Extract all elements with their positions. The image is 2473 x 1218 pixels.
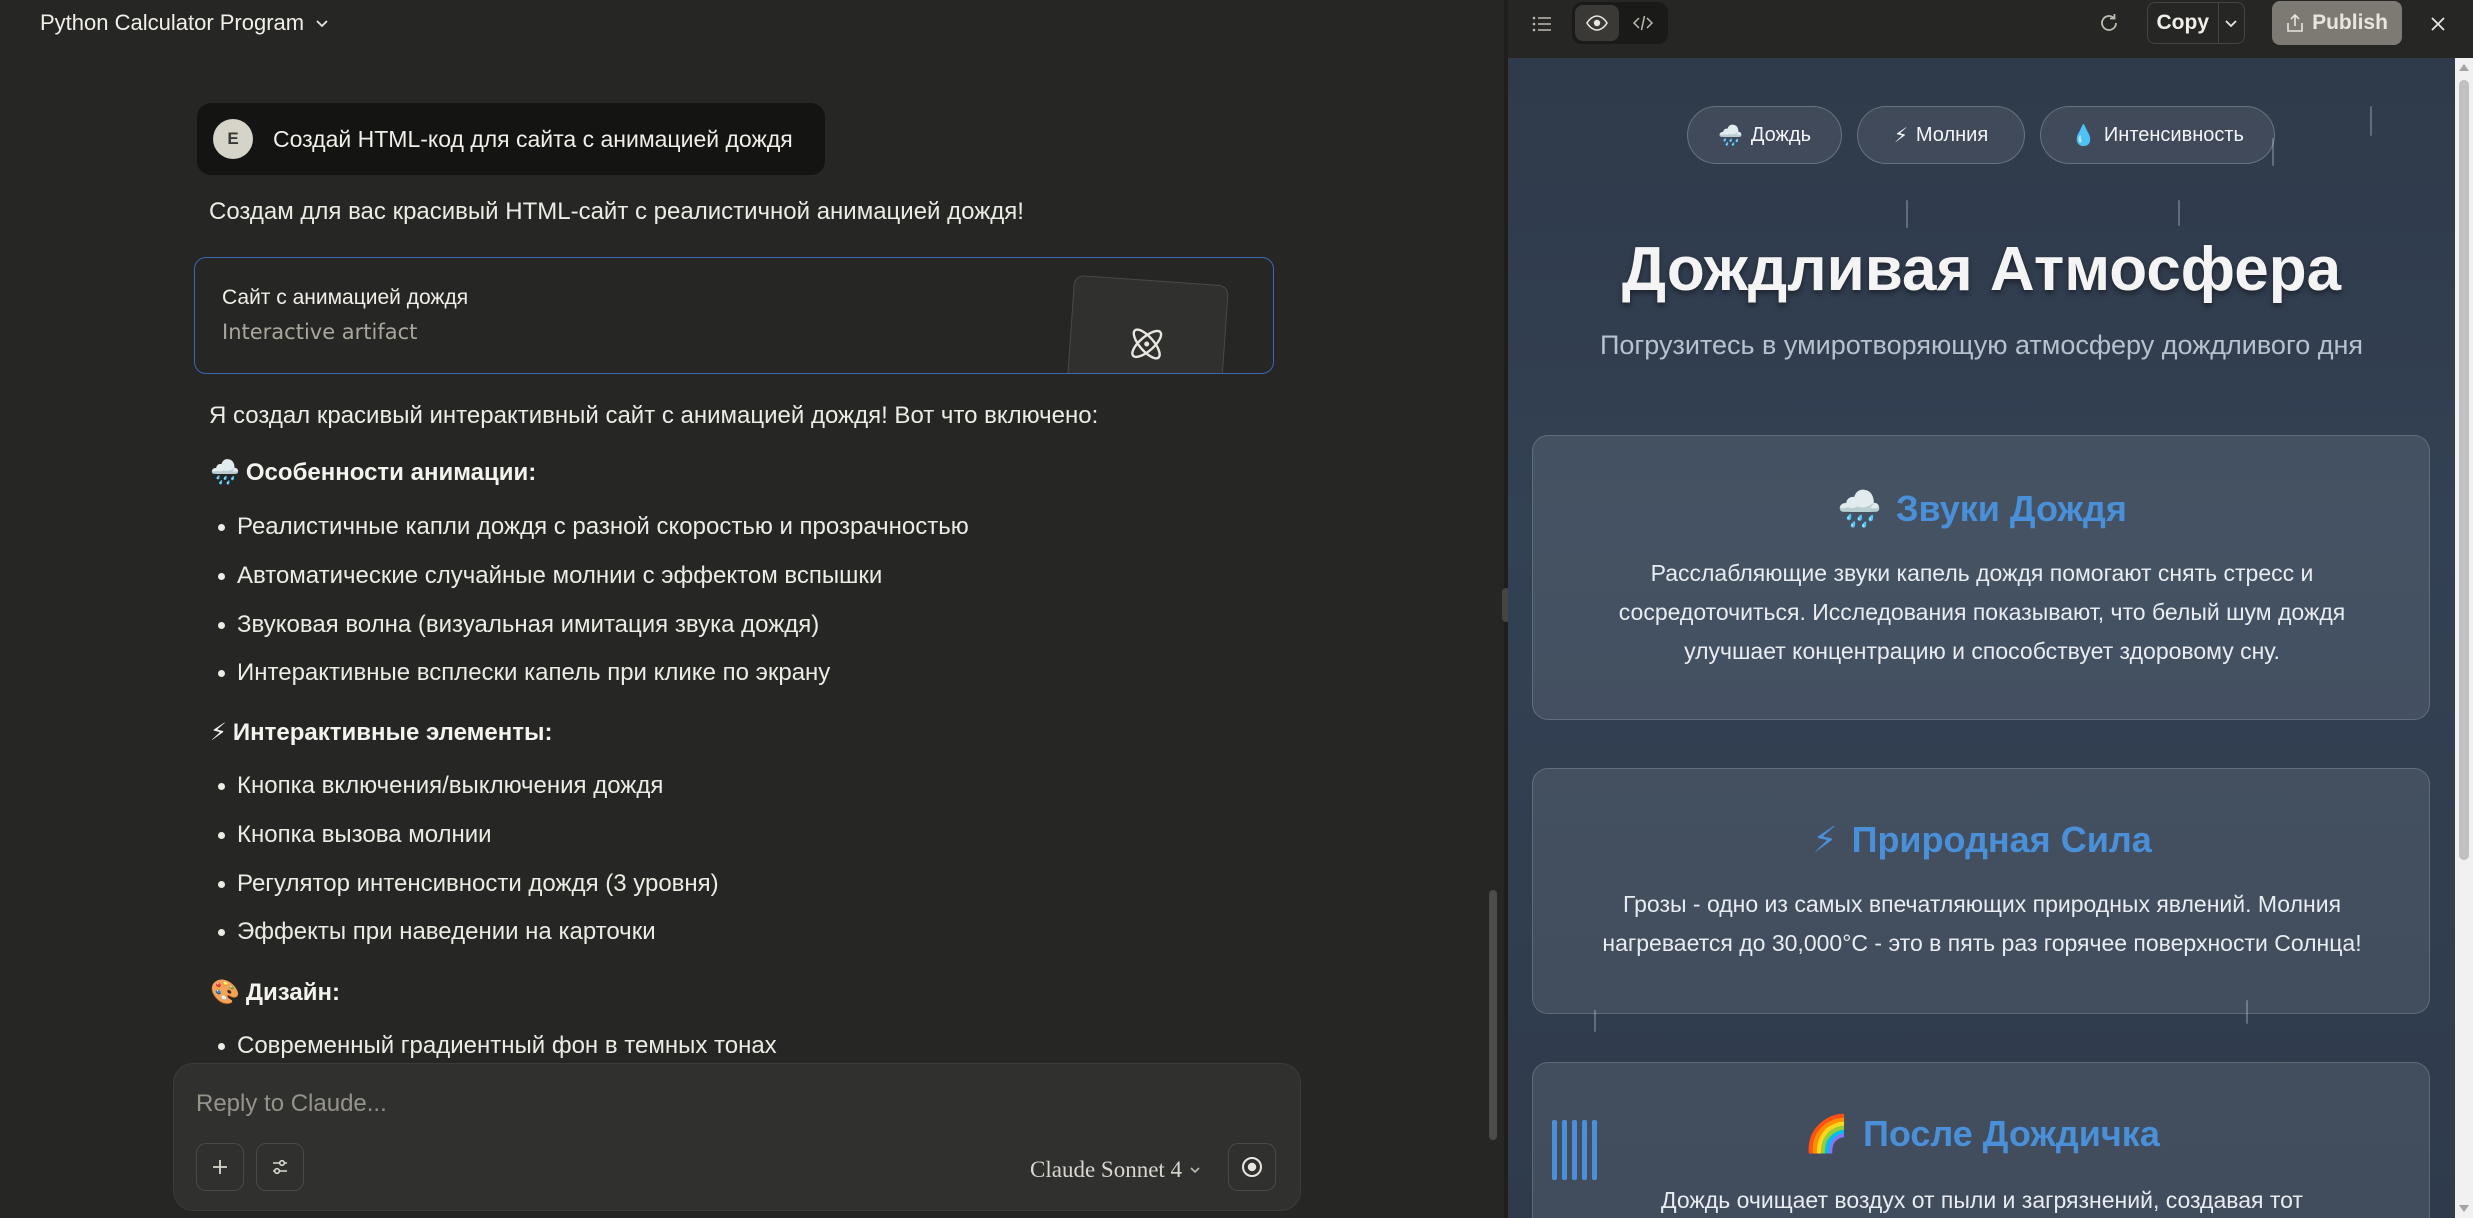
conversation-title: Python Calculator Program bbox=[40, 10, 305, 35]
refresh-button[interactable] bbox=[2094, 8, 2124, 38]
list-icon bbox=[1532, 16, 1551, 32]
plus-icon bbox=[213, 1160, 227, 1174]
copy-options-dropdown[interactable] bbox=[2219, 3, 2244, 43]
artifact-list-button[interactable] bbox=[1528, 10, 1556, 38]
info-card-rain-sounds[interactable]: 🌧️ Звуки Дождя Расслабляющие звуки капел… bbox=[1532, 435, 2430, 720]
rain-cloud-icon: 🌧️ bbox=[1837, 488, 1882, 529]
assistant-intro-text: Создам для вас красивый HTML-сайт с реал… bbox=[209, 198, 1024, 225]
list-item: Эффекты при наведении на карточки bbox=[218, 918, 656, 946]
list-item: Интерактивные всплески капель при клике … bbox=[218, 659, 830, 687]
list-item: Кнопка включения/выключения дождя bbox=[218, 772, 663, 800]
sound-wave-icon bbox=[1552, 1120, 1597, 1180]
artifact-card-subtitle: Interactive artifact bbox=[222, 320, 418, 344]
lightning-button[interactable]: ⚡ Молния bbox=[1857, 106, 2025, 164]
info-card-after-rain[interactable]: 🌈 После Дождичка Дождь очищает воздух от… bbox=[1532, 1062, 2430, 1218]
list-item: Современный градиентный фон в темных тон… bbox=[218, 1032, 777, 1060]
sliders-icon bbox=[273, 1159, 287, 1175]
model-selector[interactable]: Claude Sonnet 4 bbox=[1030, 1150, 1202, 1190]
section-heading-interactive: ⚡ Интерактивные элементы: bbox=[210, 718, 553, 747]
card-title: 🌈 После Дождичка bbox=[1804, 1113, 2160, 1154]
rain-cloud-icon: 🌧️ bbox=[210, 459, 240, 486]
voice-mode-button[interactable] bbox=[1228, 1143, 1276, 1191]
preview-tab[interactable] bbox=[1575, 5, 1619, 41]
user-message-text: Создай HTML-код для сайта с анимацией до… bbox=[273, 125, 793, 152]
raindrop bbox=[1906, 200, 1908, 228]
card-title: ⚡ Природная Сила bbox=[1812, 819, 2152, 860]
view-toggle bbox=[1572, 2, 1668, 44]
site-title: Дождливая Атмосфера bbox=[1621, 235, 2342, 304]
code-tab[interactable] bbox=[1621, 5, 1665, 41]
conversation-title-dropdown[interactable]: Python Calculator Program bbox=[40, 8, 330, 38]
publish-button[interactable]: Publish bbox=[2272, 1, 2402, 45]
tools-button[interactable] bbox=[256, 1143, 304, 1191]
toggle-rain-button[interactable]: 🌧️ Дождь bbox=[1687, 106, 1842, 164]
list-item: Кнопка вызова молнии bbox=[218, 821, 492, 849]
scroll-up-arrow[interactable] bbox=[2459, 64, 2469, 71]
record-icon bbox=[1242, 1157, 1262, 1177]
lightning-icon: ⚡ bbox=[1812, 819, 1838, 860]
user-message: E Создай HTML-код для сайта с анимацией … bbox=[197, 103, 825, 175]
close-artifact-button[interactable] bbox=[2424, 10, 2452, 38]
raindrop bbox=[2178, 200, 2180, 226]
artifact-card[interactable]: Сайт с анимацией дождя Interactive artif… bbox=[194, 257, 1274, 374]
intensity-button[interactable]: 💧 Интенсивность bbox=[2040, 106, 2275, 164]
chevron-down-icon bbox=[316, 20, 328, 28]
scrollbar-thumb[interactable] bbox=[2459, 80, 2469, 860]
droplet-icon: 💧 bbox=[2071, 124, 2096, 147]
list-item: Звуковая волна (визуальная имитация звук… bbox=[218, 611, 819, 639]
raindrop bbox=[2370, 106, 2372, 136]
copy-button[interactable]: Copy bbox=[2148, 3, 2219, 43]
reply-input[interactable] bbox=[196, 1084, 1096, 1124]
artifact-card-title: Сайт с анимацией дождя bbox=[222, 286, 469, 309]
card-text: Дождь очищает воздух от пыли и загрязнен… bbox=[1661, 1187, 2303, 1213]
lightning-icon: ⚡ bbox=[1893, 124, 1908, 147]
chat-pane: Python Calculator Program E Создай HTML-… bbox=[0, 0, 1508, 1218]
code-icon bbox=[1632, 15, 1654, 31]
preview-scrollbar[interactable] bbox=[2455, 58, 2473, 1218]
card-title: 🌧️ Звуки Дождя bbox=[1837, 488, 2127, 529]
card-text: Расслабляющие звуки капель дождя помогаю… bbox=[1618, 560, 2346, 664]
chevron-down-icon bbox=[1190, 1167, 1200, 1174]
copy-button-group: Copy bbox=[2147, 2, 2245, 44]
scroll-down-arrow[interactable] bbox=[2459, 1205, 2469, 1212]
card-text: Грозы - одно из самых впечатляющих приро… bbox=[1602, 891, 2362, 956]
atom-icon bbox=[1131, 328, 1163, 360]
artifact-toolbar: Copy Publish bbox=[1508, 0, 2473, 58]
artifact-thumbnail bbox=[1066, 274, 1229, 373]
close-icon bbox=[2431, 17, 2445, 31]
list-item: Регулятор интенсивности дождя (3 уровня) bbox=[218, 870, 719, 898]
palette-icon: 🎨 bbox=[210, 979, 240, 1006]
share-icon bbox=[2287, 13, 2303, 32]
rainbow-icon: 🌈 bbox=[1804, 1113, 1849, 1154]
refresh-icon bbox=[2101, 14, 2117, 31]
message-composer: Claude Sonnet 4 bbox=[173, 1063, 1301, 1211]
chat-scrollbar[interactable] bbox=[1489, 890, 1497, 1140]
section-heading-design: 🎨 Дизайн: bbox=[210, 978, 340, 1007]
lightning-icon: ⚡ bbox=[210, 719, 227, 746]
add-attachment-button[interactable] bbox=[196, 1143, 244, 1191]
list-item: Автоматические случайные молнии с эффект… bbox=[218, 562, 882, 590]
info-card-nature-power[interactable]: ⚡ Природная Сила Грозы - одно из самых в… bbox=[1532, 768, 2430, 1014]
chevron-down-icon bbox=[2225, 20, 2237, 28]
avatar: E bbox=[213, 119, 253, 159]
eye-icon bbox=[1586, 15, 1608, 31]
assistant-summary-text: Я создал красивый интерактивный сайт с а… bbox=[209, 402, 1099, 429]
artifact-pane: Copy Publish 🌧️ Дождь ⚡ Молния 💧 Интенси… bbox=[1508, 0, 2473, 1218]
artifact-preview: 🌧️ Дождь ⚡ Молния 💧 Интенсивность Дождли… bbox=[1508, 58, 2455, 1218]
section-heading-animation: 🌧️ Особенности анимации: bbox=[210, 458, 537, 487]
list-item: Реалистичные капли дождя с разной скорос… bbox=[218, 513, 969, 541]
rain-cloud-icon: 🌧️ bbox=[1717, 124, 1743, 147]
site-subtitle: Погрузитесь в умиротворяющую атмосферу д… bbox=[1599, 330, 2364, 360]
